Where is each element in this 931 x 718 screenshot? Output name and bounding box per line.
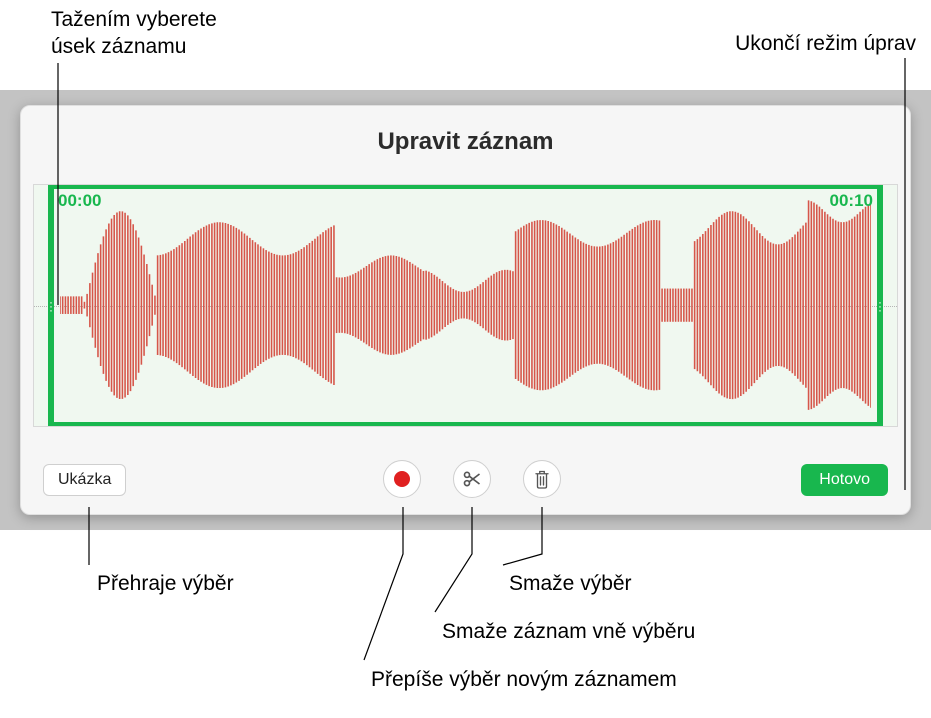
selection-handle-right[interactable]: ··· xyxy=(877,300,883,312)
callout-exit-edit: Ukončí režim úprav xyxy=(735,30,916,57)
delete-button[interactable] xyxy=(523,460,561,498)
callout-overwrite: Přepíše výběr novým záznamem xyxy=(371,666,677,693)
preview-button[interactable]: Ukázka xyxy=(43,464,126,496)
callout-play-selection: Přehraje výběr xyxy=(97,570,234,597)
trash-icon xyxy=(533,469,551,489)
panel-title: Upravit záznam xyxy=(21,128,910,156)
toolbar: Ukázka Hotovo xyxy=(21,454,910,502)
record-button[interactable] xyxy=(383,460,421,498)
edit-recording-panel: Upravit záznam ··· ··· 00:00 00:10 Ukázk… xyxy=(20,105,911,515)
selection-handle-left[interactable]: ··· xyxy=(48,300,54,312)
record-icon xyxy=(394,471,410,487)
time-start-label: 00:00 xyxy=(58,191,101,211)
selection-frame: ··· ··· xyxy=(48,185,883,426)
scissors-icon xyxy=(462,469,482,489)
trim-button[interactable] xyxy=(453,460,491,498)
callout-delete-selection: Smaže výběr xyxy=(509,570,632,597)
callout-delete-outside: Smaže záznam vně výběru xyxy=(442,618,695,645)
time-end-label: 00:10 xyxy=(830,191,873,211)
waveform-area[interactable]: ··· ··· 00:00 00:10 xyxy=(33,184,898,427)
callout-drag-select: Tažením vyberete úsek záznamu xyxy=(51,6,217,61)
done-button[interactable]: Hotovo xyxy=(801,464,888,496)
